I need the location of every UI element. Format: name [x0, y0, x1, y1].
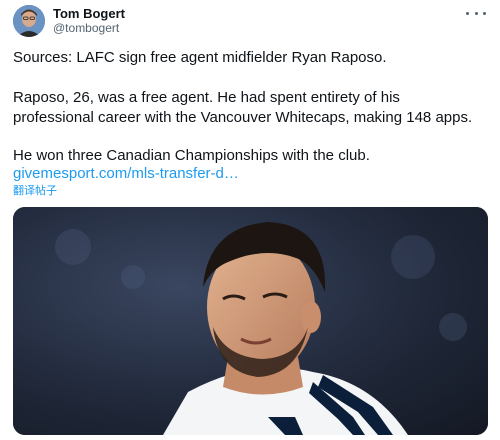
translate-post-link[interactable]: 翻译帖子 [13, 184, 57, 198]
tweet-text-paragraph: Raposo, 26, was a free agent. He had spe… [13, 89, 473, 126]
more-icon[interactable] [466, 6, 486, 20]
tweet-card: Tom Bogert @tombogert Sources: LAFC sign… [0, 0, 500, 440]
tweet-text-line: He won three Canadian Championships with… [13, 147, 370, 164]
tweet-text-line: Sources: LAFC sign free agent midfielder… [13, 49, 387, 66]
avatar[interactable] [13, 5, 45, 37]
tweet-photo[interactable] [13, 207, 488, 435]
author-handle[interactable]: @tombogert [53, 21, 119, 36]
author-name[interactable]: Tom Bogert [53, 6, 125, 21]
article-link[interactable]: givemesport.com/mls-transfer-d… [13, 164, 239, 184]
